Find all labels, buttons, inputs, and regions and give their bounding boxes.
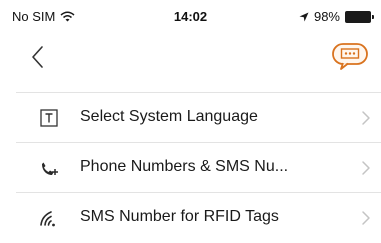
phone-plus-icon: [42, 162, 58, 175]
menu-item-phone-numbers[interactable]: Phone Numbers & SMS Nu...: [16, 142, 381, 192]
menu-item-system-language[interactable]: Select System Language: [16, 92, 381, 142]
menu-item-label: Phone Numbers & SMS Nu...: [80, 158, 289, 175]
settings-menu-list: Select System Language Phone Numbers & S…: [16, 92, 381, 242]
rfid-signal-icon: [40, 211, 55, 227]
chat-button[interactable]: [328, 41, 372, 71]
status-bar: No SIM 14:02 98%: [0, 0, 381, 34]
chevron-left-icon: [32, 46, 43, 68]
battery-icon: [345, 10, 374, 23]
chevron-right-icon: [362, 111, 370, 125]
location-arrow-icon: [299, 12, 309, 21]
text-box-icon: [40, 109, 58, 127]
menu-item-label: Select System Language: [80, 108, 258, 125]
menu-item-label: SMS Number for RFID Tags: [80, 208, 279, 225]
status-right: 98%: [299, 9, 374, 24]
chat-bubble-icon: [332, 43, 368, 70]
chevron-right-icon: [362, 161, 370, 175]
menu-item-rfid-sms[interactable]: SMS Number for RFID Tags: [16, 192, 381, 242]
battery-percent: 98%: [313, 9, 340, 24]
chevron-right-icon: [362, 211, 370, 225]
back-button[interactable]: [26, 42, 50, 72]
nav-bar: [0, 36, 381, 80]
